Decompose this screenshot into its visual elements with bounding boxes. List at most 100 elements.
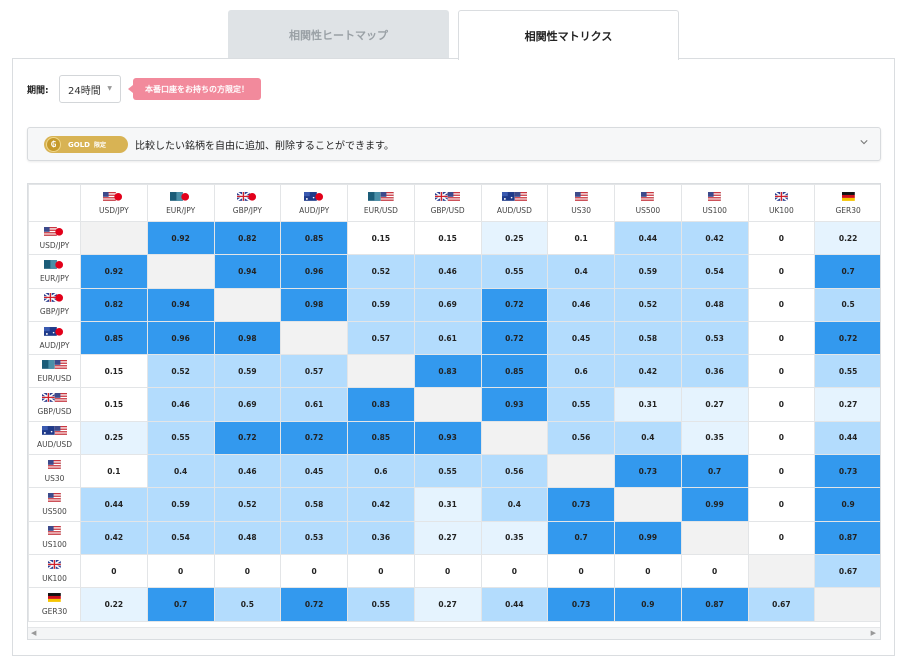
matrix-panel: 期間: 24時間 ▼ 本番口座をお持ちの方限定！ ₲ GOLD 限定 比較したい…	[12, 58, 895, 656]
matrix-cell: 0.61	[280, 387, 348, 422]
matrix-cell: 0.98	[280, 287, 348, 322]
column-header-label: AUD/JPY	[299, 205, 330, 215]
matrix-cell: 0.87	[680, 587, 749, 622]
currency-flag-icon	[44, 226, 64, 236]
matrix-cell: 0.59	[213, 354, 282, 389]
matrix-cell: 0.99	[680, 487, 749, 522]
matrix-cell: 0.85	[80, 320, 148, 356]
row-header: AUD/USD	[28, 420, 81, 456]
matrix-cell: 0.48	[213, 520, 282, 555]
matrix-cell: 0.52	[213, 487, 282, 522]
currency-flag-icon	[170, 191, 190, 201]
matrix-cell: 0.55	[146, 420, 215, 456]
row-header-label: EUR/USD	[37, 373, 72, 383]
matrix-cell: 0.6	[547, 354, 615, 389]
column-header: AUD/JPY	[280, 184, 348, 222]
row-header-label: GBP/USD	[37, 407, 72, 417]
matrix-cell-diagonal	[280, 320, 348, 356]
table-row: EUR/JPY 0.92 0.94 0.96 0.52 0.46 0.55 0.4 0.59 0.…	[28, 254, 880, 289]
matrix-cell: 0.31	[614, 387, 682, 422]
gold-message: 比較したい銘柄を自由に追加、削除することができます。	[135, 141, 394, 152]
matrix-cell: 0.55	[347, 587, 415, 622]
column-header-label: UK100	[769, 205, 794, 215]
column-header: GER30	[814, 184, 880, 222]
matrix-cell-diagonal	[146, 254, 215, 289]
matrix-cell: 0	[213, 553, 282, 589]
matrix-cell: 0	[614, 553, 682, 589]
tab-heatmap[interactable]: 相関性ヒートマップ	[228, 10, 449, 58]
matrix-cell: 0.44	[80, 487, 148, 522]
matrix-cell: 0.27	[413, 587, 482, 622]
chevron-down-icon[interactable]	[860, 138, 868, 146]
table-row: USD/JPY 0.92 0.82 0.85 0.15 0.15 0.25 0.1 0.44 0.…	[28, 220, 880, 256]
matrix-cell: 0.54	[680, 254, 749, 289]
matrix-cell: 0.4	[480, 487, 549, 522]
matrix-cell: 0.42	[680, 220, 749, 256]
matrix-cell: 0.52	[146, 354, 215, 389]
matrix-cell: 0.27	[814, 387, 880, 422]
currency-flag-icon	[574, 191, 588, 201]
tab-matrix[interactable]: 相関性マトリクス	[458, 10, 679, 60]
row-header: EUR/USD	[28, 354, 81, 389]
currency-flag-icon	[48, 592, 61, 602]
table-row: UK100 0 0 0 0 0 0 0 0 0 0 0.67	[28, 553, 880, 589]
matrix-cell: 0	[747, 220, 816, 256]
matrix-cell: 0.44	[614, 220, 682, 256]
matrix-cell: 0	[747, 454, 816, 489]
matrix-cell: 0.57	[347, 320, 415, 356]
matrix-cell: 0.83	[347, 387, 415, 422]
currency-flag-icon	[774, 191, 788, 201]
matrix-cell: 0.1	[547, 220, 615, 256]
matrix-cell: 0.72	[814, 320, 880, 356]
matrix-cell: 0.59	[347, 287, 415, 322]
period-value: 24時間	[68, 85, 101, 97]
column-header-label: US500	[635, 205, 661, 215]
row-header-label: GBP/JPY	[39, 307, 70, 317]
header-row: USD/JPY EUR/JPY GBP/JPY AUD/JPY EUR/USD …	[28, 184, 880, 222]
matrix-cell: 0.72	[480, 320, 549, 356]
matrix-cell: 0.5	[213, 587, 282, 622]
matrix-cell: 0.67	[747, 587, 816, 622]
matrix-cell: 0.55	[814, 354, 880, 389]
column-header: AUD/USD	[480, 184, 549, 222]
column-header: US30	[547, 184, 615, 222]
scroll-left-icon[interactable]: ◀	[31, 629, 36, 637]
currency-flag-icon	[41, 359, 68, 369]
matrix-cell: 0.36	[347, 520, 415, 555]
matrix-cell: 0.15	[413, 220, 482, 256]
matrix-cell-diagonal	[747, 553, 816, 589]
matrix-cell: 0.59	[614, 254, 682, 289]
matrix-cell: 0.83	[413, 354, 482, 389]
matrix-cell: 0.98	[213, 320, 282, 356]
matrix-cell: 0.82	[80, 287, 148, 322]
row-header: GBP/JPY	[28, 287, 81, 322]
matrix-cell: 0.73	[814, 454, 880, 489]
column-header-label: GER30	[835, 205, 861, 215]
table-row: AUD/JPY 0.85 0.96 0.98 0.57 0.61 0.72 0.45 0.58 0…	[28, 320, 880, 356]
chevron-down-icon: ▼	[107, 85, 112, 92]
row-header-label: GER30	[41, 606, 68, 616]
corner-cell	[28, 184, 81, 222]
matrix-cell: 0.27	[413, 520, 482, 555]
matrix-cell: 0.93	[480, 387, 549, 422]
matrix-cell: 0.93	[413, 420, 482, 456]
period-select[interactable]: 24時間 ▼	[59, 75, 121, 103]
horizontal-scrollbar[interactable]: ◀ ▶	[28, 627, 880, 639]
matrix-cell: 0.27	[680, 387, 749, 422]
currency-flag-icon	[44, 326, 64, 336]
scroll-right-icon[interactable]: ▶	[871, 629, 876, 637]
matrix-cell: 0.1	[80, 454, 148, 489]
matrix-cell: 0.25	[480, 220, 549, 256]
matrix-cell: 0.96	[146, 320, 215, 356]
column-header-label: EUR/JPY	[166, 205, 196, 215]
gold-feature-accordion[interactable]: ₲ GOLD 限定 比較したい銘柄を自由に追加、削除することができます。	[27, 127, 881, 161]
matrix-cell: 0	[747, 520, 816, 555]
column-header-label: US100	[702, 205, 727, 215]
row-header: GBP/USD	[28, 387, 81, 422]
matrix-cell: 0.85	[480, 354, 549, 389]
matrix-cell: 0.59	[146, 487, 215, 522]
matrix-cell: 0.35	[480, 520, 549, 555]
matrix-cell: 0.42	[614, 354, 682, 389]
matrix-cell: 0.53	[680, 320, 749, 356]
table-row: EUR/USD 0.15 0.52 0.59 0.57 0.83 0.85 0.6 0.42 0.…	[28, 354, 880, 389]
